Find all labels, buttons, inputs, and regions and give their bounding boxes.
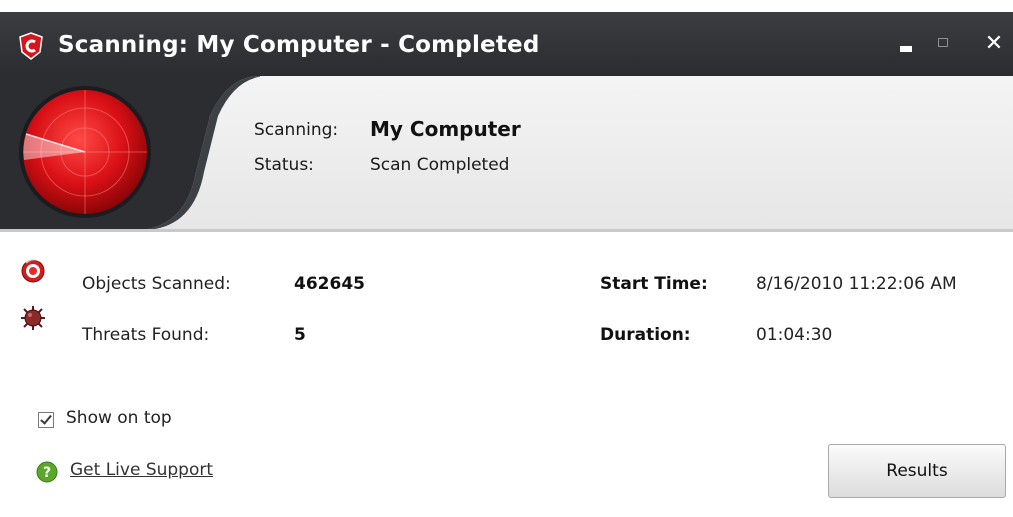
status-label: Status: [254, 155, 314, 175]
header-separator [0, 229, 1013, 232]
show-on-top-label[interactable]: Show on top [66, 408, 172, 428]
title-bar[interactable]: Scanning: My Computer - Completed ✕ [0, 12, 1013, 76]
radar-icon [0, 76, 260, 230]
threats-found-value: 5 [294, 325, 306, 345]
objects-scanned-value: 462645 [294, 274, 365, 294]
comodo-shield-icon [19, 32, 43, 60]
start-time-label: Start Time: [600, 274, 708, 294]
virus-icon [21, 306, 45, 330]
objects-scanned-label: Objects Scanned: [82, 274, 231, 294]
scanning-label: Scanning: [254, 120, 339, 140]
svg-text:?: ? [43, 465, 51, 481]
start-time-value: 8/16/2010 11:22:06 AM [756, 274, 957, 294]
help-icon[interactable]: ? [36, 461, 58, 483]
show-on-top-checkbox[interactable] [38, 412, 54, 428]
scanning-target: My Computer [370, 117, 521, 141]
minimize-icon[interactable] [896, 32, 920, 56]
scan-target-icon [21, 258, 45, 283]
window-title: Scanning: My Computer - Completed [58, 32, 540, 58]
status-value: Scan Completed [370, 155, 510, 175]
threats-found-label: Threats Found: [82, 325, 210, 345]
results-button[interactable]: Results [828, 444, 1006, 498]
duration-label: Duration: [600, 325, 691, 345]
scan-window: Scanning: My Computer - Completed ✕ Scan… [0, 0, 1013, 517]
duration-value: 01:04:30 [756, 325, 833, 345]
close-icon[interactable]: ✕ [982, 32, 1006, 56]
maximize-icon[interactable] [934, 32, 958, 56]
get-live-support-link[interactable]: Get Live Support [70, 460, 213, 480]
